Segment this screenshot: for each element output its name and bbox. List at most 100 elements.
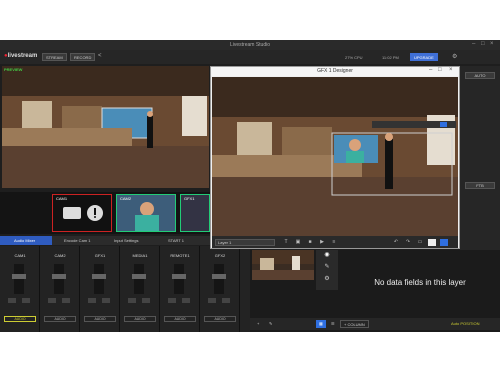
settings-gear-icon[interactable]: ⚙ — [452, 53, 457, 60]
gfx-studio-scene — [212, 77, 458, 236]
mixer-strip: REMOTE1 AUDIO — [160, 246, 200, 332]
auto-position-toggle[interactable]: Auto POSITION — [448, 320, 482, 328]
strip-name: GFX1 — [94, 253, 106, 258]
edit-layer-icon[interactable]: ✎ — [266, 320, 275, 328]
headphones-icon[interactable] — [102, 298, 110, 303]
gfx-design-canvas[interactable] — [212, 77, 458, 236]
app-logo: ●livestream — [4, 53, 38, 59]
fader-knob[interactable] — [52, 274, 66, 279]
layer-scene-image — [252, 250, 314, 280]
image-tool-icon[interactable]: ▣ — [294, 239, 302, 246]
audio-mixer: CAM1 AUDIO CAM2 AUDIO GFX1 AUDIO MEDIA1 … — [0, 246, 250, 332]
close-icon[interactable]: × — [490, 41, 494, 47]
volume-fader[interactable] — [14, 264, 24, 294]
headphones-icon[interactable] — [62, 298, 70, 303]
ftb-button[interactable]: FTB — [465, 182, 495, 189]
strip-name: GFX2 — [214, 253, 226, 258]
headphones-icon[interactable] — [182, 298, 190, 303]
maximize-icon[interactable]: □ — [481, 41, 485, 47]
monitor-icon[interactable]: ▭ — [416, 239, 424, 246]
text-tool-icon[interactable]: T — [282, 239, 290, 246]
stream-button[interactable]: STREAM — [42, 53, 67, 61]
speaker-icon[interactable] — [128, 298, 136, 303]
gfx-close-icon[interactable]: × — [449, 67, 453, 73]
blue-bg-toggle[interactable] — [440, 239, 448, 246]
empty-layer-message: No data fields in this layer — [374, 278, 466, 287]
audio-button[interactable]: AUDIO — [204, 316, 236, 322]
mixer-strip: GFX1 AUDIO — [80, 246, 120, 332]
gfx-minimize-icon[interactable]: – — [429, 67, 432, 73]
auto-button[interactable]: AUTO — [465, 72, 495, 79]
speaker-icon[interactable] — [168, 298, 176, 303]
audio-button[interactable]: AUDIO — [84, 316, 116, 322]
align-tool-icon[interactable]: ≡ — [330, 239, 338, 246]
tab-input-settings[interactable]: Input Settings — [114, 238, 138, 243]
white-bg-toggle[interactable] — [428, 239, 436, 246]
share-icon[interactable]: < — [98, 53, 102, 59]
redo-icon[interactable]: ↷ — [404, 239, 412, 246]
list-view-icon[interactable]: ☰ — [328, 320, 338, 328]
headphones-icon[interactable] — [22, 298, 30, 303]
headphones-icon[interactable] — [222, 298, 230, 303]
mixer-strip: CAM2 AUDIO — [40, 246, 80, 332]
mixer-strip: MEDIA1 AUDIO — [120, 246, 160, 332]
audio-button[interactable]: AUDIO — [44, 316, 76, 322]
strip-name: CAM2 — [54, 253, 66, 258]
fader-knob[interactable] — [12, 274, 26, 279]
mixer-strip: CAM1 AUDIO — [0, 246, 40, 332]
preview-monitor[interactable] — [2, 66, 209, 188]
window-title: Livestream Studio — [229, 42, 271, 48]
fader-knob[interactable] — [92, 274, 106, 279]
tab-encode-cam1[interactable]: Encode Cam 1 — [64, 238, 90, 243]
add-layer-icon[interactable]: + — [254, 320, 262, 328]
audio-button[interactable]: AUDIO — [124, 316, 156, 322]
fader-knob[interactable] — [132, 274, 146, 279]
cpu-stat: 27% CPU — [345, 55, 363, 60]
eye-icon[interactable]: ◉ — [320, 251, 334, 261]
input-gfx1-thumb[interactable]: GFX1 — [180, 194, 210, 232]
volume-fader[interactable] — [54, 264, 64, 294]
input-gfx1-label: GFX1 — [184, 196, 195, 201]
layer-select[interactable]: Layer 1 — [215, 239, 275, 246]
shape-tool-icon[interactable]: ■ — [306, 239, 314, 246]
gfx-designer-title: GFX 1 Designer — [317, 68, 353, 74]
title-bar: Livestream Studio – □ × — [0, 40, 500, 50]
clock-stat: 11:02 PM — [382, 55, 399, 60]
record-button[interactable]: RECORD — [70, 53, 96, 61]
tab-start1[interactable]: START 1 — [168, 238, 184, 243]
volume-fader[interactable] — [134, 264, 144, 294]
grid-view-icon[interactable]: ▦ — [316, 320, 326, 328]
headphones-icon[interactable] — [142, 298, 150, 303]
input-cam2-thumb[interactable]: CAM2 — [116, 194, 176, 232]
video-tool-icon[interactable]: ▶ — [318, 239, 326, 246]
input-cam1-label: CAM1 — [56, 196, 68, 201]
volume-fader[interactable] — [94, 264, 104, 294]
strip-name: REMOTE1 — [170, 253, 190, 258]
strip-name: CAM1 — [14, 253, 26, 258]
speaker-icon[interactable] — [208, 298, 216, 303]
mixer-strip: GFX2 AUDIO — [200, 246, 240, 332]
speaker-icon[interactable] — [48, 298, 56, 303]
add-column-button[interactable]: + COLUMN — [340, 320, 369, 328]
gfx-maximize-icon[interactable]: □ — [438, 67, 442, 73]
speaker-icon[interactable] — [88, 298, 96, 303]
fader-knob[interactable] — [212, 274, 226, 279]
pencil-icon[interactable]: ✎ — [320, 263, 334, 273]
upgrade-button[interactable]: UPGRADE — [410, 53, 438, 61]
preview-label: PREVIEW — [4, 67, 23, 72]
input-cam2-label: CAM2 — [120, 196, 132, 201]
volume-fader[interactable] — [174, 264, 184, 294]
gfx-designer-titlebar[interactable]: GFX 1 Designer – □ × — [211, 67, 459, 76]
gear-icon[interactable]: ⚙ — [320, 275, 334, 285]
input-cam1-thumb[interactable]: CAM1 — [52, 194, 112, 232]
strip-name: MEDIA1 — [132, 253, 148, 258]
fader-knob[interactable] — [172, 274, 186, 279]
volume-fader[interactable] — [214, 264, 224, 294]
speaker-icon[interactable] — [8, 298, 16, 303]
audio-button[interactable]: AUDIO — [4, 316, 36, 322]
tab-audio-mixer[interactable]: Audio Mixer — [14, 238, 35, 243]
undo-icon[interactable]: ↶ — [392, 239, 400, 246]
layer-thumbnail[interactable] — [252, 250, 314, 280]
minimize-icon[interactable]: – — [472, 41, 475, 47]
audio-button[interactable]: AUDIO — [164, 316, 196, 322]
